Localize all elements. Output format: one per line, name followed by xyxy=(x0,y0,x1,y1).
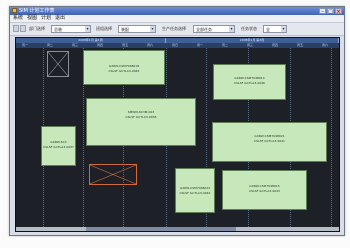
task-block[interactable]: GXRW-CSM7048021 CSLSF GCTLA3-0041 xyxy=(212,122,327,162)
conflict-slot xyxy=(89,164,137,185)
menu-item-exit[interactable]: 退出 xyxy=(55,15,65,22)
task-value: 全部任务 xyxy=(196,27,212,32)
task-block-subtitle: CSLSF GCTLA3-0042 xyxy=(179,191,211,195)
task-block[interactable]: GXRW-CSM7048015 CSLSF GCTLA3-0043 xyxy=(222,170,307,210)
menu-item-system[interactable]: 系统 xyxy=(13,15,23,22)
horizontal-scrollbar[interactable] xyxy=(16,227,339,231)
department-value: 总装 xyxy=(54,27,62,32)
minimize-button[interactable]: – xyxy=(319,8,326,15)
task-label: 生产任务选择 xyxy=(162,26,186,31)
toolbar: 部门选择 总装 ▾ 班组选择 装配 ▾ 生产任务选择 全部任务 ▾ 任务状态 全… xyxy=(10,23,344,36)
task-block-title: SMWM-6C3M-003 xyxy=(127,110,155,114)
timeline-day: 周日 xyxy=(172,43,179,47)
task-block[interactable]: SMWM-6C3M-003 CSLSF GCTLA3-0036 xyxy=(86,98,196,146)
menu-item-plan[interactable]: 计划 xyxy=(41,15,51,22)
menu-item-view[interactable]: 视图 xyxy=(27,15,37,22)
timeline-day: 周四 xyxy=(272,43,279,47)
gantt-canvas[interactable]: 2008年1月 第1周 2008年1月 第2周 周一 周二 周三 周四 周五 周… xyxy=(15,37,340,232)
task-block-subtitle: CSLSF GCTLA3-0045 xyxy=(108,69,140,73)
task-block-title: GXRW-CSM7048015 xyxy=(249,184,280,188)
task-block[interactable]: GXRW-CSM7048022 CSLSF GCTLA3-0042 xyxy=(175,168,215,213)
title-bar[interactable]: SIM 计划工作表 – □ × xyxy=(10,7,344,15)
window-title: SIM 计划工作表 xyxy=(19,8,55,14)
timeline-day: 周六 xyxy=(322,43,329,47)
team-label: 班组选择 xyxy=(96,26,112,31)
refresh-icon[interactable] xyxy=(20,25,26,32)
timeline-day: 周一 xyxy=(22,43,29,47)
timeline-day: 周二 xyxy=(47,43,54,47)
timeline-day: 周三 xyxy=(72,43,79,47)
chevron-down-icon: ▾ xyxy=(229,26,234,32)
timeline-day: 周五 xyxy=(297,43,304,47)
team-value: 装配 xyxy=(121,27,129,32)
task-block[interactable]: GXRW-CSM7048014 CSLSF GCTLA3-0046 xyxy=(213,64,286,100)
task-block-subtitle: CSLSF GCTLA3-0043 xyxy=(249,189,280,193)
timeline-day: 周一 xyxy=(197,43,204,47)
maximize-button[interactable]: □ xyxy=(327,8,334,15)
chevron-down-icon: ▾ xyxy=(85,26,90,32)
task-block-subtitle: CSLSF GCTLA3-0041 xyxy=(254,139,285,143)
team-select[interactable]: 装配 ▾ xyxy=(118,25,156,33)
task-block-title: GXRW-6C3 xyxy=(50,140,67,144)
task-block-subtitle: CSLSF GCTLA3-0037 xyxy=(43,145,74,149)
app-window: SIM 计划工作表 – □ × 系统 视图 计划 退出 部门选择 总装 ▾ 班组… xyxy=(9,6,345,236)
task-block-title: GXRW-CSM7048021 xyxy=(254,134,285,138)
scrollbar-thumb[interactable] xyxy=(86,227,236,231)
timeline-day: 周四 xyxy=(97,43,104,47)
task-block-subtitle: CSLSF GCTLA3-0036 xyxy=(125,115,157,119)
status-select[interactable]: 全 ▾ xyxy=(263,25,287,33)
settings-icon[interactable] xyxy=(13,25,19,32)
task-block-title: GXRW-CSM7048014 xyxy=(234,76,265,80)
task-select[interactable]: 全部任务 ▾ xyxy=(193,25,235,33)
chevron-down-icon: ▾ xyxy=(281,26,286,32)
timeline-day: 周六 xyxy=(147,43,154,47)
app-icon xyxy=(12,8,17,13)
empty-slot-cross-icon xyxy=(48,52,68,76)
task-block-subtitle: CSLSF GCTLA3-0046 xyxy=(234,81,265,85)
gridline xyxy=(331,48,332,231)
close-button[interactable]: × xyxy=(335,8,342,15)
menu-bar: 系统 视图 计划 退出 xyxy=(10,15,344,23)
status-label: 任务状态 xyxy=(241,26,257,31)
timeline-day: 周二 xyxy=(222,43,229,47)
task-block-title: GXRW-CSM7048022 xyxy=(179,186,211,190)
status-value: 全 xyxy=(266,27,270,32)
task-block-title: GXRW-CSM7048018 xyxy=(108,64,140,68)
chevron-down-icon: ▾ xyxy=(150,26,155,32)
empty-slot xyxy=(47,51,69,77)
task-block[interactable]: GXRW-CSM7048018 CSLSF GCTLA3-0045 xyxy=(83,50,165,85)
department-label: 部门选择 xyxy=(29,26,45,31)
department-select[interactable]: 总装 ▾ xyxy=(51,25,91,33)
conflict-cross-icon xyxy=(90,165,136,184)
task-block[interactable]: GXRW-6C3 CSLSF GCTLA3-0037 xyxy=(41,126,76,166)
